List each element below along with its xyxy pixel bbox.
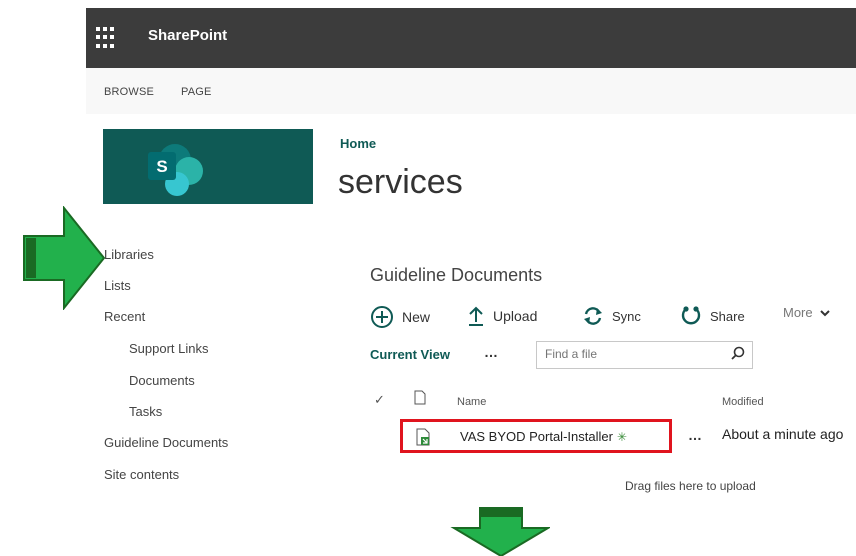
view-options-button[interactable]: … xyxy=(484,344,498,360)
sync-icon xyxy=(584,307,602,325)
ribbon: BROWSE PAGE xyxy=(86,68,856,114)
new-item-icon: ✳ xyxy=(616,430,627,444)
modified-value: About a minute ago xyxy=(722,426,844,442)
search-box xyxy=(536,341,753,369)
nav-item-recent[interactable]: Recent xyxy=(104,309,145,324)
library-title[interactable]: Guideline Documents xyxy=(370,265,542,286)
file-type-icon xyxy=(414,390,426,405)
installer-file-icon xyxy=(416,428,430,446)
plus-circle-icon xyxy=(371,306,393,328)
upload-button[interactable]: Upload xyxy=(467,305,537,327)
svg-text:S: S xyxy=(156,157,167,176)
share-label: Share xyxy=(710,308,745,324)
breadcrumb[interactable]: Home xyxy=(340,136,376,151)
nav-item-support-links[interactable]: Support Links xyxy=(129,341,209,356)
tab-page[interactable]: PAGE xyxy=(181,86,212,98)
search-input[interactable] xyxy=(543,346,717,362)
nav-item-libraries[interactable]: Libraries xyxy=(104,247,154,262)
callout-arrow-right-icon xyxy=(23,206,106,310)
app-launcher-icon[interactable] xyxy=(96,27,118,49)
file-name-link[interactable]: VAS BYOD Portal-Installer ✳ xyxy=(460,429,627,444)
search-icon[interactable] xyxy=(731,346,745,363)
more-button[interactable]: More xyxy=(783,305,831,320)
nav-item-lists[interactable]: Lists xyxy=(104,278,131,293)
suite-bar: SharePoint xyxy=(86,8,856,68)
sharepoint-brand[interactable]: SharePoint xyxy=(148,27,227,44)
table-row[interactable]: VAS BYOD Portal-Installer ✳ xyxy=(400,419,672,453)
upload-label: Upload xyxy=(493,308,538,324)
sync-label: Sync xyxy=(612,308,641,324)
tab-browse[interactable]: BROWSE xyxy=(104,86,154,98)
new-label: New xyxy=(402,309,431,325)
upload-arrow-icon xyxy=(469,306,483,326)
nav-item-site-contents[interactable]: Site contents xyxy=(104,467,179,482)
nav-item-guideline-documents[interactable]: Guideline Documents xyxy=(104,435,228,450)
column-header-modified[interactable]: Modified xyxy=(722,396,764,408)
share-button[interactable]: Share xyxy=(680,305,745,327)
chevron-down-icon xyxy=(819,309,830,316)
drop-hint: Drag files here to upload xyxy=(625,479,756,493)
row-more-button[interactable]: … xyxy=(688,427,702,443)
sync-button[interactable]: Sync xyxy=(582,305,641,327)
nav-item-documents[interactable]: Documents xyxy=(129,373,195,388)
site-logo[interactable]: S xyxy=(103,129,313,204)
share-icon xyxy=(681,306,701,325)
new-button[interactable]: New xyxy=(370,305,430,329)
callout-arrow-down-icon xyxy=(450,507,550,556)
nav-item-tasks[interactable]: Tasks xyxy=(129,404,162,419)
sharepoint-logo-icon: S xyxy=(148,144,203,196)
select-all-checkmark-icon[interactable]: ✓ xyxy=(374,392,385,408)
more-label: More xyxy=(783,305,813,320)
column-header-name[interactable]: Name xyxy=(457,396,486,408)
page-title: services xyxy=(338,163,463,201)
file-name: VAS BYOD Portal-Installer xyxy=(460,429,613,444)
current-view-link[interactable]: Current View xyxy=(370,347,450,362)
